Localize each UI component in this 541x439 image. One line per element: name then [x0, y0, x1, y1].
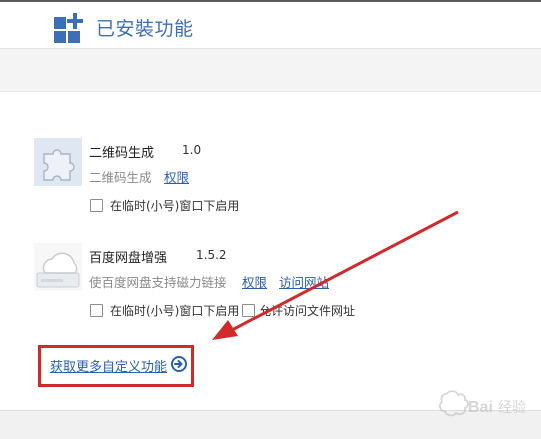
file-url-access-label: 允许访问文件网址 — [259, 304, 356, 318]
page-title: 已安裝功能 — [96, 18, 194, 40]
cloud-drive-icon — [34, 243, 82, 291]
puzzle-icon — [34, 138, 82, 186]
svg-text:经验: 经验 — [498, 399, 526, 415]
grid-plus-icon — [54, 13, 83, 43]
private-window-label: 在临时(小号)窗口下启用 — [110, 199, 240, 213]
private-window-checkbox[interactable] — [90, 304, 103, 317]
permissions-link[interactable]: 权限 — [242, 272, 267, 291]
extension-version: 1.5.2 — [196, 248, 227, 262]
extension-name: 二维码生成 — [89, 146, 155, 161]
permissions-link[interactable]: 权限 — [164, 167, 189, 186]
extension-version: 1.0 — [182, 143, 202, 157]
toolbar-band — [0, 48, 541, 92]
file-url-access-checkbox[interactable] — [242, 304, 255, 317]
arrow-right-circle-icon[interactable] — [171, 356, 187, 372]
extension-name: 百度网盘增强 — [89, 251, 168, 266]
get-more-features-link[interactable]: 获取更多自定义功能 — [50, 356, 167, 375]
private-window-checkbox[interactable] — [90, 199, 103, 212]
private-window-label: 在临时(小号)窗口下启用 — [110, 304, 240, 318]
baidu-watermark-logo: Bai 经验 — [438, 390, 526, 417]
svg-text:Bai: Bai — [468, 399, 493, 416]
page-header: 已安裝功能 — [0, 2, 541, 48]
extension-description: 二维码生成 — [89, 170, 152, 185]
visit-website-link[interactable]: 访问网站 — [279, 272, 329, 291]
extension-description: 使百度网盘支持磁力链接 — [89, 275, 227, 290]
